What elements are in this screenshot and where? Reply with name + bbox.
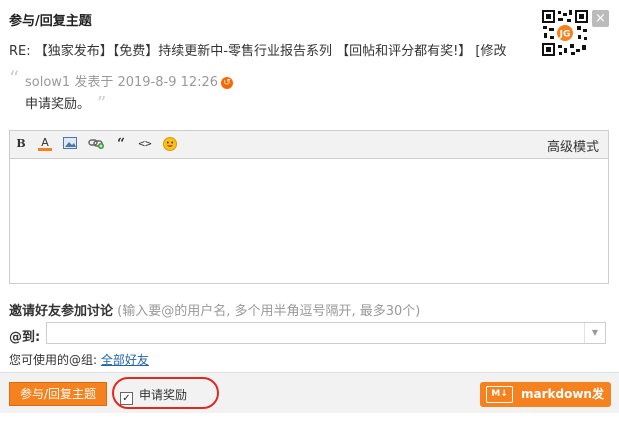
quote-close-mark: ” xyxy=(97,93,107,114)
apply-reward-option[interactable]: ✓ 申请奖励 xyxy=(120,386,187,405)
markdown-post-button[interactable]: M↓ markdown发帖 xyxy=(480,382,611,426)
link-icon[interactable] xyxy=(88,137,105,151)
editor-toolbar: B A “ <> 高级模式 xyxy=(10,131,608,159)
bold-button[interactable]: B xyxy=(14,137,28,151)
jump-to-post-icon[interactable]: ↺ xyxy=(221,77,234,89)
quote-text: 申请奖励。 xyxy=(25,97,91,112)
markdown-icon: M↓ xyxy=(486,386,513,403)
at-groups: 您可使用的@组: 全部好友 xyxy=(9,351,149,368)
quote-button[interactable]: “ xyxy=(114,137,128,151)
apply-reward-checkbox[interactable]: ✓ xyxy=(120,392,133,405)
smiley-icon[interactable] xyxy=(163,137,177,151)
at-groups-label: 您可使用的@组: xyxy=(9,353,98,367)
invite-friends: 邀请好友参加讨论 (输入要@的用户名, 多个用半角逗号隔开, 最多30个) xyxy=(9,300,420,319)
close-button[interactable]: × xyxy=(592,10,609,27)
at-label: @到: xyxy=(9,330,41,345)
dialog-footer: 参与/回复主题 ✓ 申请奖励 M↓ markdown发帖 xyxy=(0,372,619,426)
qr-code-icon: JG xyxy=(541,9,589,57)
qr-logo-text: JG xyxy=(559,30,571,40)
chevron-down-icon[interactable]: ▼ xyxy=(584,323,605,343)
font-color-button[interactable]: A xyxy=(38,137,52,151)
markdown-post-label: markdown发帖 xyxy=(521,387,604,426)
code-button[interactable]: <> xyxy=(137,137,153,151)
image-icon[interactable] xyxy=(63,137,77,151)
quoted-post: “ solow1 发表于 2019-8-9 12:26 ↺ 申请奖励。 ” xyxy=(9,66,569,114)
quote-meta: solow1 发表于 2019-8-9 12:26 ↺ xyxy=(25,71,234,90)
reply-subject: RE: 【独家发布】【免费】持续更新中-零售行业报告系列 【回帖和评分都有奖!】… xyxy=(9,44,507,58)
reply-textarea[interactable] xyxy=(10,159,608,283)
submit-reply-button[interactable]: 参与/回复主题 xyxy=(9,382,107,406)
invite-hint: (输入要@的用户名, 多个用半角逗号隔开, 最多30个) xyxy=(117,304,421,319)
dialog-title: 参与/回复主题 xyxy=(9,14,92,29)
apply-reward-label: 申请奖励 xyxy=(139,388,188,402)
all-friends-link[interactable]: 全部好友 xyxy=(101,353,149,367)
reply-editor: B A “ <> 高级模式 xyxy=(9,130,609,284)
advanced-mode-link[interactable]: 高级模式 xyxy=(547,136,599,155)
quote-open-mark: “ xyxy=(9,66,20,90)
quote-author-date: solow1 发表于 2019-8-9 12:26 xyxy=(25,75,219,90)
at-users-input[interactable]: ▼ xyxy=(46,322,606,344)
invite-title: 邀请好友参加讨论 xyxy=(9,304,114,319)
